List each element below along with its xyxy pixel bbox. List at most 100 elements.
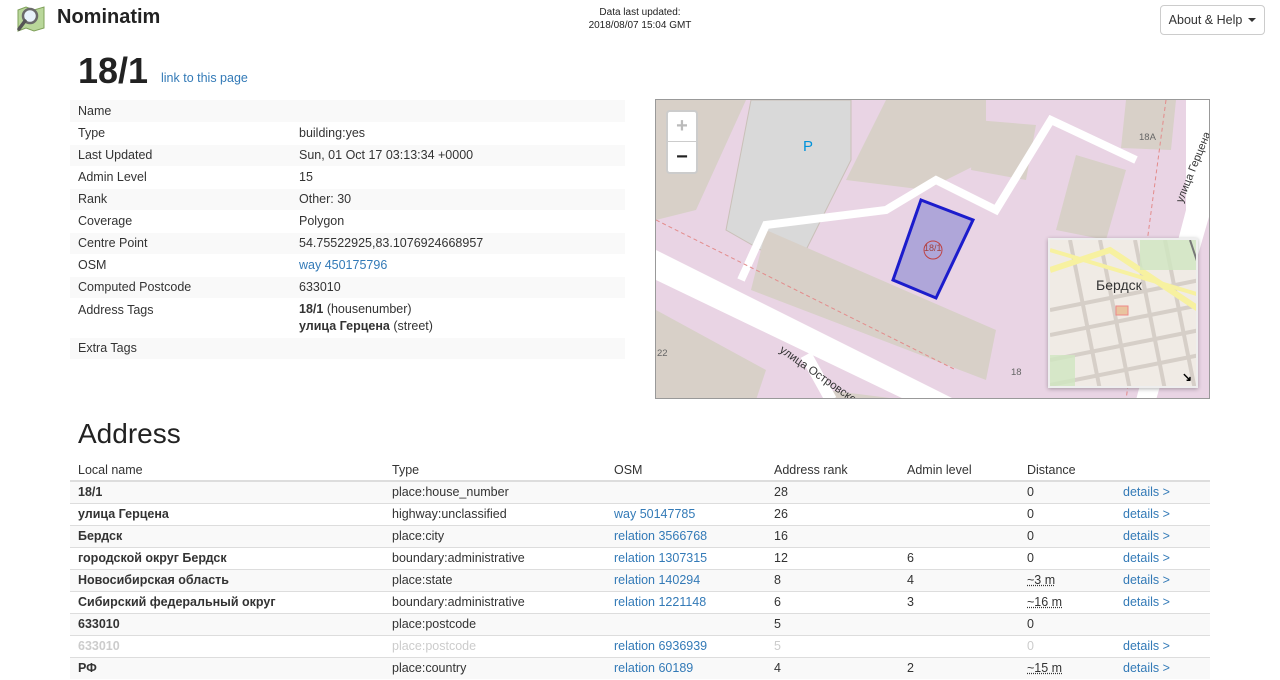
detail-value: 54.75522925,83.1076924668957 xyxy=(291,232,625,254)
address-row: Сибирский федеральный округ boundary:admi… xyxy=(70,590,1210,613)
detail-value: 633010 xyxy=(291,276,625,298)
address-distance: 0 xyxy=(1027,529,1034,543)
address-osm-link-cell: relation 1221148 xyxy=(606,590,766,613)
address-local-name: улица Герцена xyxy=(78,507,169,521)
address-osm-link[interactable]: relation 6936939 xyxy=(614,639,707,653)
address-details-link-cell: details > xyxy=(1115,656,1210,679)
detail-value xyxy=(291,337,625,359)
address-osm-link-cell xyxy=(606,612,766,635)
address-type-cell: place:city xyxy=(384,524,606,547)
brand-title[interactable]: Nominatim xyxy=(57,6,160,29)
map-view[interactable]: P 18A 18 22 18/1 улица Островского улица… xyxy=(655,99,1210,399)
address-rank-cell: 26 xyxy=(766,502,899,525)
address-local-name-cell: 633010 xyxy=(70,612,384,635)
building-label-22: 22 xyxy=(657,348,668,359)
address-rank: 5 xyxy=(774,617,781,631)
address-distance: ~15 m xyxy=(1027,661,1063,676)
address-distance: 0 xyxy=(1027,617,1034,631)
address-osm-link-cell xyxy=(606,480,766,503)
address-row: Бердск place:city relation 3566768 16 0 detai… xyxy=(70,524,1210,547)
address-details-link[interactable]: details > xyxy=(1123,573,1170,587)
address-tags-value: 18/1 (housenumber) улица Герцена (street… xyxy=(291,298,625,337)
detail-value: 15 xyxy=(291,166,625,188)
polygon-label: 18/1 xyxy=(924,243,942,253)
address-details-link[interactable]: details > xyxy=(1123,507,1170,521)
address-type-cell: place:postcode xyxy=(384,612,606,635)
col-distance: Distance xyxy=(1019,459,1115,482)
detail-key: Coverage xyxy=(70,210,291,232)
address-osm-link[interactable]: relation 3566768 xyxy=(614,529,707,543)
address-osm-link[interactable]: relation 60189 xyxy=(614,661,693,675)
address-admin-level-cell: 4 xyxy=(899,568,1019,591)
minimap-toggle-icon[interactable]: ↘ xyxy=(1182,370,1192,384)
address-rank-cell: 8 xyxy=(766,568,899,591)
address-local-name-cell: городской округ Бердск xyxy=(70,546,384,569)
address-local-name-cell: Бердск xyxy=(70,524,384,547)
address-distance-cell: 0 xyxy=(1019,546,1115,569)
detail-key: Admin Level xyxy=(70,166,291,188)
address-local-name-cell: 18/1 xyxy=(70,480,384,503)
address-local-name: Сибирский федеральный округ xyxy=(78,595,276,609)
address-details-link[interactable]: details > xyxy=(1123,485,1170,499)
detail-key: Type xyxy=(70,122,291,144)
address-details-link[interactable]: details > xyxy=(1123,595,1170,609)
nominatim-logo-icon[interactable] xyxy=(16,4,46,34)
detail-key: Rank xyxy=(70,188,291,210)
address-osm-link[interactable]: relation 1221148 xyxy=(614,595,706,609)
address-rank-cell: 4 xyxy=(766,656,899,679)
address-details-link[interactable]: details > xyxy=(1123,661,1170,675)
detail-key: OSM xyxy=(70,254,291,276)
address-rank-cell: 12 xyxy=(766,546,899,569)
address-admin-level: 6 xyxy=(907,551,914,565)
address-local-name: Бердск xyxy=(78,529,123,543)
detail-value: Sun, 01 Oct 17 03:13:34 +0000 xyxy=(291,144,625,166)
address-table: Local name Type OSM Address rank Admin l… xyxy=(70,459,1210,679)
address-rank: 26 xyxy=(774,507,788,521)
address-local-name: 633010 xyxy=(78,639,120,653)
updated-timestamp: 2018/08/07 15:04 GMT xyxy=(588,20,692,31)
address-osm-link-cell: relation 140294 xyxy=(606,568,766,591)
detail-row: Name xyxy=(70,100,625,122)
address-details-link-cell: details > xyxy=(1115,480,1210,503)
address-local-name: 18/1 xyxy=(78,485,103,500)
about-help-button[interactable]: About & Help xyxy=(1160,5,1265,35)
detail-key: Name xyxy=(70,100,291,122)
address-distance: ~16 m xyxy=(1027,595,1063,609)
zoom-control: + − xyxy=(666,110,698,174)
address-rank: 4 xyxy=(774,661,781,676)
address-details-link-cell: details > xyxy=(1115,590,1210,613)
building-label-18a: 18A xyxy=(1139,132,1156,143)
address-details-link[interactable]: details > xyxy=(1123,551,1170,565)
osm-way-link[interactable]: way 450175796 xyxy=(299,258,387,272)
address-osm-link[interactable]: relation 140294 xyxy=(614,573,700,587)
minimap[interactable]: Бердск ↘ xyxy=(1048,238,1198,388)
zoom-in-button[interactable]: + xyxy=(668,112,696,142)
col-osm: OSM xyxy=(606,459,766,482)
permalink-link[interactable]: link to this page xyxy=(161,71,248,85)
address-type-cell: place:country xyxy=(384,656,606,679)
address-local-name-cell: 633010 xyxy=(70,634,384,657)
tag-type: (street) xyxy=(389,318,433,333)
address-local-name: Новосибирская область xyxy=(78,573,229,587)
updated-label: Data last updated: xyxy=(599,7,681,18)
address-details-link[interactable]: details > xyxy=(1123,529,1170,543)
address-local-name-cell: Новосибирская область xyxy=(70,568,384,591)
address-rank: 28 xyxy=(774,485,788,500)
address-distance-cell: 0 xyxy=(1019,612,1115,635)
address-details-link-cell: details > xyxy=(1115,502,1210,525)
col-admin-level: Admin level xyxy=(899,459,1019,482)
address-details-link[interactable]: details > xyxy=(1123,639,1170,653)
data-updated-info: Data last updated: 2018/08/07 15:04 GMT xyxy=(560,6,720,32)
address-type: place:city xyxy=(392,529,445,543)
address-type: boundary:administrative xyxy=(392,551,525,565)
address-distance-cell: 0 xyxy=(1019,480,1115,503)
address-osm-link[interactable]: relation 1307315 xyxy=(614,551,707,565)
address-rank: 16 xyxy=(774,529,788,543)
building-label-18: 18 xyxy=(1011,367,1022,378)
address-type: place:state xyxy=(392,573,453,587)
address-osm-link[interactable]: way 50147785 xyxy=(614,507,695,521)
address-admin-level-cell xyxy=(899,612,1019,635)
zoom-out-button[interactable]: − xyxy=(668,142,696,172)
detail-row: Extra Tags xyxy=(70,337,625,359)
address-type: place:country xyxy=(392,661,467,676)
